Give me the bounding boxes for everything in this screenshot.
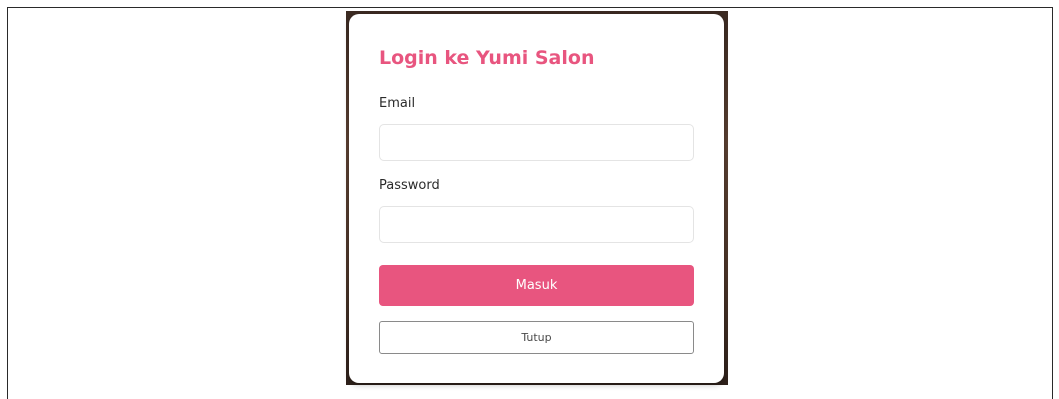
email-label: Email [379, 96, 416, 111]
email-input[interactable] [379, 124, 694, 161]
password-label: Password [379, 178, 440, 193]
modal-title: Login ke Yumi Salon [379, 47, 595, 69]
login-submit-button[interactable]: Masuk [379, 265, 694, 306]
password-input[interactable] [379, 206, 694, 243]
close-button[interactable]: Tutup [379, 321, 694, 354]
login-modal: Login ke Yumi Salon Email Password Masuk… [349, 14, 724, 383]
